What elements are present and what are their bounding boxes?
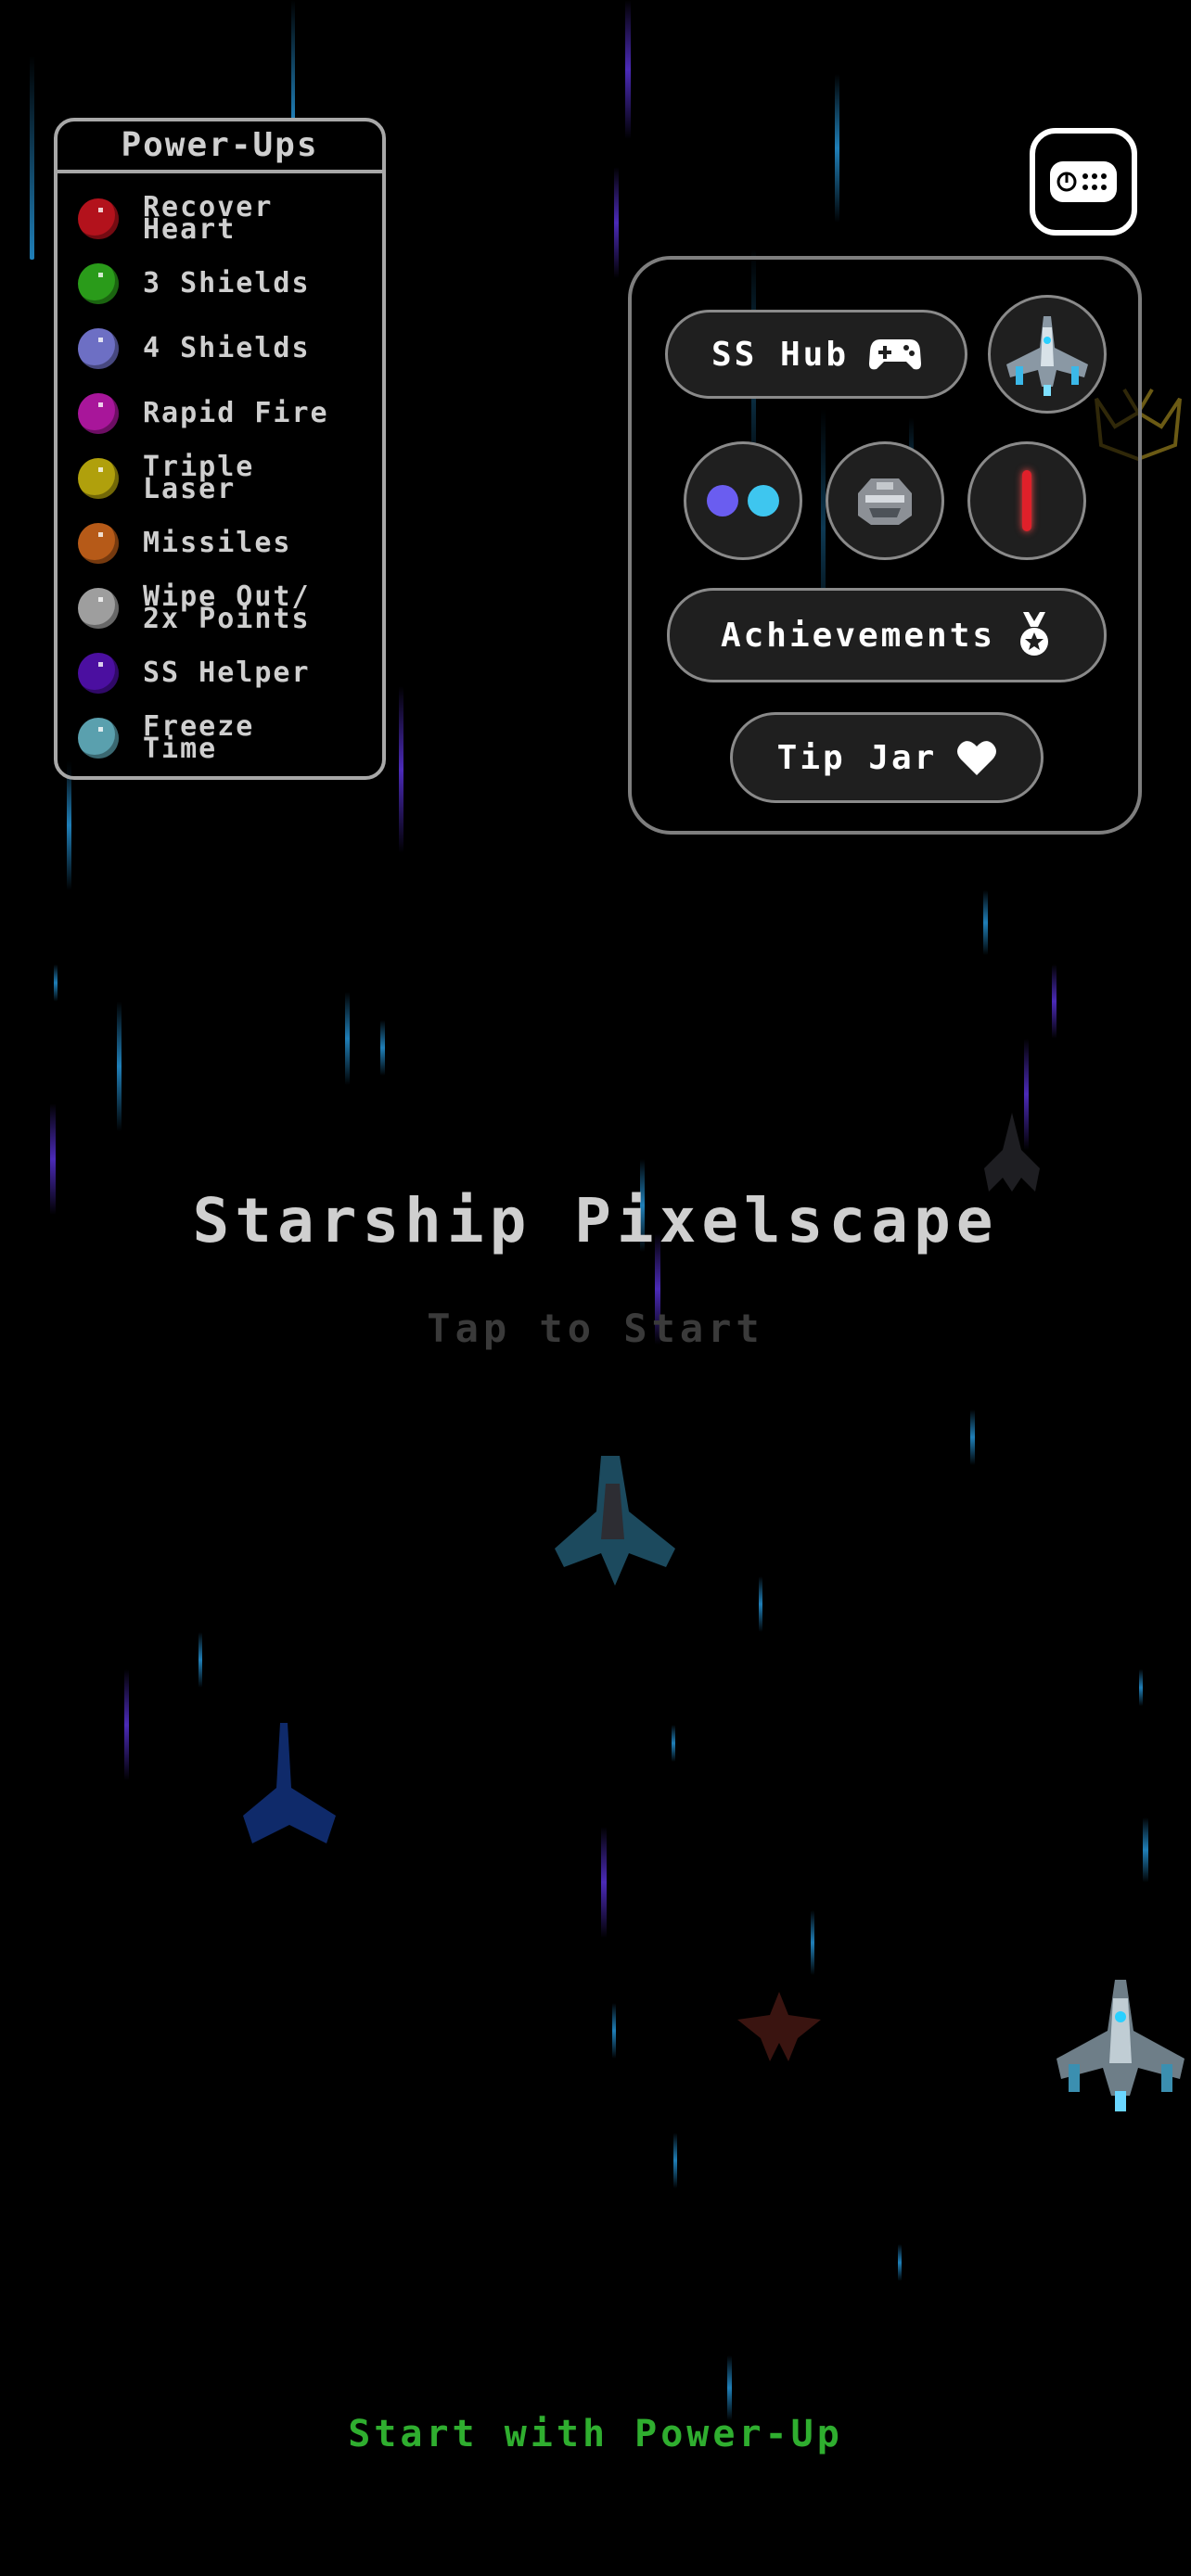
powerup-item: SS Helper — [58, 641, 382, 706]
medal-icon — [1016, 612, 1053, 658]
achievements-button[interactable]: Achievements — [667, 588, 1107, 682]
powerup-orb-icon — [78, 393, 119, 434]
enemy-ship-icon — [984, 1113, 1040, 1192]
powerup-label: Wipe Out/ 2x Points — [143, 580, 311, 635]
controller-settings-button[interactable] — [1030, 128, 1137, 236]
powerup-orb-icon — [78, 653, 119, 694]
powerup-item: Triple Laser — [58, 446, 382, 511]
powerup-orb-icon — [78, 198, 119, 239]
powerup-label: Recover Heart — [143, 191, 274, 246]
powerup-item: Wipe Out/ 2x Points — [58, 576, 382, 641]
main-menu-panel: SS Hub Achievements Tip Jar — [628, 256, 1142, 835]
tip-jar-button[interactable]: Tip Jar — [730, 712, 1044, 803]
enemy-ship-icon — [243, 1723, 336, 1843]
powerups-title: Power-Ups — [58, 121, 382, 173]
powerups-list: Recover Heart 3 Shields 4 Shields Rapid Fir… — [58, 173, 382, 771]
ship-select-button[interactable] — [988, 295, 1107, 414]
tip-jar-label: Tip Jar — [776, 738, 938, 777]
powerup-item: 3 Shields — [58, 251, 382, 316]
powerups-legend: Power-Ups Recover Heart 3 Shields 4 Shield… — [54, 118, 386, 780]
powerup-label: Rapid Fire — [143, 397, 329, 429]
powerup-item: 4 Shields — [58, 316, 382, 381]
powerup-label: SS Helper — [143, 657, 311, 689]
gamepad-icon — [869, 338, 922, 371]
ss-hub-button[interactable]: SS Hub — [665, 310, 967, 399]
powerup-orb-icon — [78, 588, 119, 629]
powerup-item: Rapid Fire — [58, 381, 382, 446]
heart-icon — [957, 740, 997, 775]
powerup-label: 3 Shields — [143, 267, 311, 300]
starship-icon — [1006, 316, 1088, 396]
achievements-label: Achievements — [720, 616, 996, 655]
player-ship-faint-icon — [555, 1456, 675, 1586]
tap-to-start[interactable]: Tap to Start — [0, 1306, 1191, 1351]
player-ship-icon — [1057, 1980, 1185, 2111]
powerup-item: Recover Heart — [58, 186, 382, 251]
laser-select-button[interactable] — [967, 441, 1086, 560]
red-laser-icon — [1022, 470, 1031, 531]
powerup-label: Missiles — [143, 527, 292, 559]
color-select-button[interactable] — [684, 441, 802, 560]
start-with-powerup-button[interactable]: Start with Power-Up — [0, 2413, 1191, 2455]
powerup-item: Missiles — [58, 511, 382, 576]
powerup-orb-icon — [78, 523, 119, 564]
skin-select-button[interactable] — [826, 441, 944, 560]
powerup-item: Freeze Time — [58, 706, 382, 771]
powerup-orb-icon — [78, 263, 119, 304]
powerup-label: Triple Laser — [143, 451, 255, 505]
controller-settings-icon — [1050, 161, 1117, 202]
powerup-orb-icon — [78, 328, 119, 369]
armor-icon — [858, 478, 912, 525]
ss-hub-label: SS Hub — [711, 335, 850, 374]
enemy-ship-icon — [737, 1992, 821, 2061]
color-dots-icon — [707, 485, 779, 516]
powerup-label: 4 Shields — [143, 332, 311, 364]
game-title: Starship Pixelscape — [192, 1185, 999, 1256]
powerup-orb-icon — [78, 458, 119, 499]
powerup-label: Freeze Time — [143, 710, 255, 765]
powerup-orb-icon — [78, 718, 119, 759]
